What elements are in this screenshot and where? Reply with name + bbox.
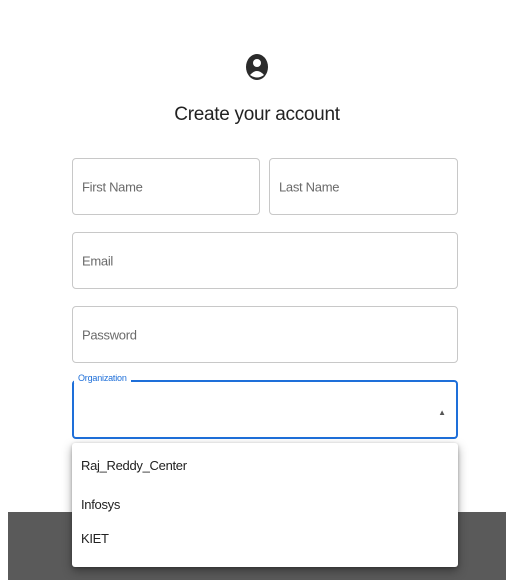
last-name-placeholder: Last Name xyxy=(279,179,340,194)
password-field[interactable]: Password xyxy=(72,306,458,363)
first-name-placeholder: First Name xyxy=(82,179,143,194)
account-circle-icon xyxy=(246,54,268,80)
signup-page: Create your account First Name Last Name… xyxy=(0,0,514,580)
email-placeholder: Email xyxy=(82,253,114,268)
organization-label: Organization xyxy=(74,373,131,383)
password-placeholder: Password xyxy=(82,327,137,342)
dropdown-option[interactable]: Raj_Reddy_Center xyxy=(81,458,187,473)
organization-select[interactable]: ▲ xyxy=(72,380,458,439)
page-title: Create your account xyxy=(174,104,340,125)
dropdown-option[interactable]: Infosys xyxy=(81,497,120,512)
triangle-up-icon[interactable]: ▲ xyxy=(438,408,446,417)
organization-dropdown: Raj_Reddy_Center Infosys KIET xyxy=(72,443,458,567)
email-field[interactable]: Email xyxy=(72,232,458,289)
last-name-field[interactable]: Last Name xyxy=(269,158,458,215)
dropdown-option[interactable]: KIET xyxy=(81,531,109,546)
first-name-field[interactable]: First Name xyxy=(72,158,260,215)
